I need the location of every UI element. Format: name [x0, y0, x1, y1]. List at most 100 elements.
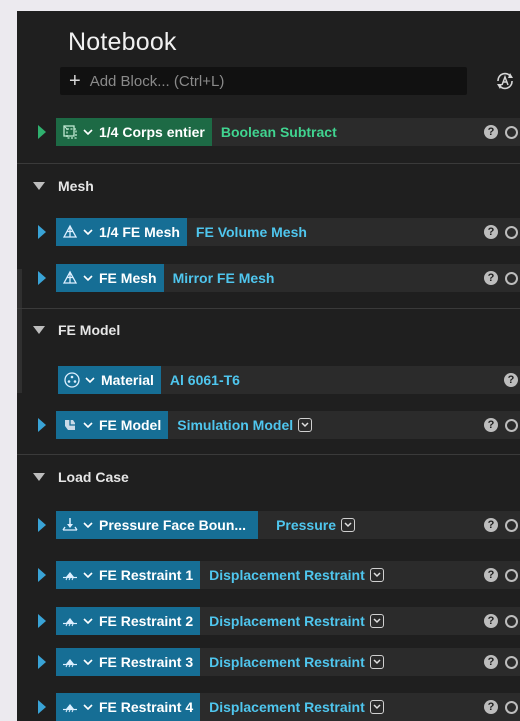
help-icon[interactable]: ? — [484, 518, 498, 532]
block-chip[interactable]: Pressure Face Boun... — [56, 511, 259, 539]
collapse-triangle-icon[interactable] — [33, 326, 45, 334]
block-name[interactable]: FE Restraint 2 — [99, 613, 193, 629]
expand-arrow-icon[interactable] — [38, 271, 46, 285]
block-type[interactable]: Simulation Model — [177, 417, 313, 433]
block-bar[interactable]: FE Restraint 2 Displacement Restraint — [56, 607, 520, 635]
chevron-down-icon[interactable] — [85, 376, 95, 384]
expand-arrow-icon[interactable] — [38, 568, 46, 582]
block-bar[interactable]: FE Mesh Mirror FE Mesh — [56, 264, 520, 292]
dropdown-icon[interactable] — [369, 700, 384, 714]
help-symbol: ? — [487, 272, 495, 284]
block-bar[interactable]: FE Restraint 1 Displacement Restraint — [56, 561, 520, 589]
block-type[interactable]: Displacement Restraint — [209, 699, 384, 715]
block-name[interactable]: FE Model — [99, 417, 161, 433]
expand-arrow-icon[interactable] — [38, 614, 46, 628]
block-type[interactable]: Mirror FE Mesh — [173, 270, 275, 286]
block-bar[interactable]: FE Model Simulation Model — [56, 411, 520, 439]
block-chip[interactable]: Material — [58, 366, 161, 394]
block-row-corps-entier[interactable]: 1/4 Corps entier Boolean Subtract ? — [17, 118, 520, 146]
block-bar[interactable]: FE Restraint 3 Displacement Restraint — [56, 648, 520, 676]
block-name[interactable]: Material — [101, 372, 154, 388]
dropdown-icon[interactable] — [369, 568, 384, 582]
chevron-down-icon[interactable] — [83, 228, 93, 236]
block-bar[interactable]: 1/4 FE Mesh FE Volume Mesh — [56, 218, 520, 246]
block-type-label: FE Volume Mesh — [195, 224, 307, 240]
block-bar[interactable]: Material Al 6061-T6 — [58, 366, 520, 394]
block-chip[interactable]: 1/4 Corps entier — [56, 118, 212, 146]
block-chip[interactable]: FE Model — [56, 411, 169, 439]
dropdown-icon[interactable] — [341, 518, 355, 532]
chevron-down-icon[interactable] — [83, 617, 93, 625]
block-name[interactable]: FE Restraint 1 — [99, 567, 193, 583]
block-type[interactable]: FE Volume Mesh — [196, 224, 307, 240]
section-header-fe-model[interactable]: FE Model — [17, 316, 520, 344]
block-bar[interactable]: FE Restraint 4 Displacement Restraint — [56, 693, 520, 721]
dropdown-icon[interactable] — [369, 655, 384, 669]
chevron-down-icon[interactable] — [83, 521, 93, 529]
collapse-triangle-icon[interactable] — [33, 473, 45, 481]
section-header-load-case[interactable]: Load Case — [17, 463, 520, 491]
block-row-1-4-fe-mesh[interactable]: 1/4 FE Mesh FE Volume Mesh ? — [17, 218, 520, 246]
chevron-down-icon[interactable] — [83, 421, 93, 429]
help-icon[interactable]: ? — [484, 225, 498, 239]
block-name[interactable]: FE Restraint 4 — [99, 699, 193, 715]
expand-arrow-icon[interactable] — [38, 225, 46, 239]
chevron-down-icon[interactable] — [83, 703, 93, 711]
block-type[interactable]: Displacement Restraint — [209, 613, 384, 629]
block-name[interactable]: 1/4 FE Mesh — [99, 224, 180, 240]
expand-arrow-icon[interactable] — [38, 655, 46, 669]
block-bar[interactable]: Pressure Face Boun... Pressure — [56, 511, 520, 539]
block-bar[interactable]: 1/4 Corps entier Boolean Subtract — [56, 118, 520, 146]
block-type[interactable]: Displacement Restraint — [209, 567, 384, 583]
help-icon[interactable]: ? — [484, 125, 498, 139]
chevron-down-icon[interactable] — [83, 658, 93, 666]
block-chip[interactable]: FE Mesh — [56, 264, 164, 292]
help-icon[interactable]: ? — [484, 700, 498, 714]
help-icon[interactable]: ? — [484, 614, 498, 628]
block-row-restraint-4[interactable]: FE Restraint 4 Displacement Restraint ? — [17, 693, 520, 721]
block-name[interactable]: FE Mesh — [99, 270, 157, 286]
help-icon[interactable]: ? — [484, 568, 498, 582]
block-name[interactable]: Pressure Face Boun... — [99, 517, 246, 533]
section-header-mesh[interactable]: Mesh — [17, 172, 520, 200]
block-name[interactable]: FE Restraint 3 — [99, 654, 193, 670]
help-icon[interactable]: ? — [484, 418, 498, 432]
block-row-restraint-2[interactable]: FE Restraint 2 Displacement Restraint ? — [17, 607, 520, 635]
chevron-down-icon[interactable] — [83, 128, 93, 136]
help-icon[interactable]: ? — [484, 271, 498, 285]
auto-run-icon[interactable] — [494, 70, 516, 92]
expand-arrow-icon[interactable] — [38, 518, 46, 532]
block-chip[interactable]: FE Restraint 1 — [56, 561, 201, 589]
status-indicator-icon — [505, 126, 518, 139]
block-type-label: Displacement Restraint — [209, 699, 365, 715]
fe-model-icon — [65, 420, 75, 430]
block-name[interactable]: 1/4 Corps entier — [99, 124, 205, 140]
block-chip[interactable]: FE Restraint 4 — [56, 693, 201, 721]
block-row-fe-model[interactable]: FE Model Simulation Model ? — [17, 411, 520, 439]
block-row-pressure[interactable]: Pressure Face Boun... Pressure ? — [17, 511, 520, 539]
block-chip[interactable]: FE Restraint 3 — [56, 648, 201, 676]
block-row-material[interactable]: Material Al 6061-T6 ? — [17, 366, 520, 394]
block-type[interactable]: Boolean Subtract — [221, 124, 337, 140]
block-row-fe-mesh[interactable]: FE Mesh Mirror FE Mesh ? — [17, 264, 520, 292]
block-type[interactable]: Al 6061-T6 — [170, 372, 240, 388]
block-type[interactable]: Pressure — [276, 517, 355, 533]
help-icon[interactable]: ? — [504, 373, 518, 387]
dropdown-icon[interactable] — [369, 614, 384, 628]
expand-arrow-icon[interactable] — [38, 700, 46, 714]
collapse-triangle-icon[interactable] — [33, 182, 45, 190]
chevron-down-icon[interactable] — [83, 571, 93, 579]
dropdown-icon[interactable] — [298, 418, 313, 432]
block-type[interactable]: Displacement Restraint — [209, 654, 384, 670]
expand-arrow-icon[interactable] — [38, 418, 46, 432]
chevron-down-icon[interactable] — [83, 274, 93, 282]
block-row-restraint-1[interactable]: FE Restraint 1 Displacement Restraint ? — [17, 561, 520, 589]
expand-arrow-icon[interactable] — [38, 125, 46, 139]
block-row-restraint-3[interactable]: FE Restraint 3 Displacement Restraint ? — [17, 648, 520, 676]
block-type-label: Boolean Subtract — [220, 124, 337, 140]
block-chip[interactable]: FE Restraint 2 — [56, 607, 201, 635]
help-icon[interactable]: ? — [484, 655, 498, 669]
block-chip[interactable]: 1/4 FE Mesh — [56, 218, 187, 246]
add-block-input[interactable]: + Add Block... (Ctrl+L) — [60, 67, 467, 95]
divider — [17, 454, 520, 455]
